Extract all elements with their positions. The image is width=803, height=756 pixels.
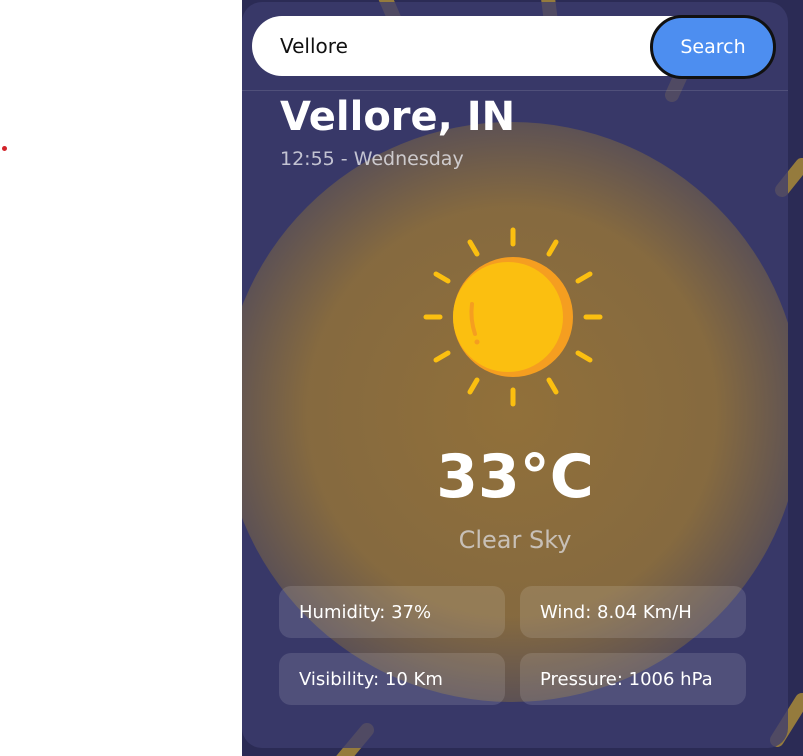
search-bar: Search [252,15,776,79]
weather-condition: Clear Sky [458,526,572,554]
search-button[interactable]: Search [650,15,776,79]
date-time: 12:55 - Wednesday [280,148,464,170]
weather-card: Search Vellore, IN 12:55 - Wednesday [242,2,788,748]
page: Search Vellore, IN 12:55 - Wednesday [0,0,803,756]
header-divider [242,90,788,91]
red-dot [2,146,7,151]
pressure-stat: Pressure: 1006 hPa [520,653,746,705]
visibility-stat: Visibility: 10 Km [279,653,505,705]
sun-icon [420,224,606,410]
temperature: 33°C [436,442,594,512]
wind-stat: Wind: 8.04 Km/H [520,586,746,638]
city-name: Vellore, IN [280,94,516,140]
search-input[interactable] [252,16,712,76]
humidity-stat: Humidity: 37% [279,586,505,638]
